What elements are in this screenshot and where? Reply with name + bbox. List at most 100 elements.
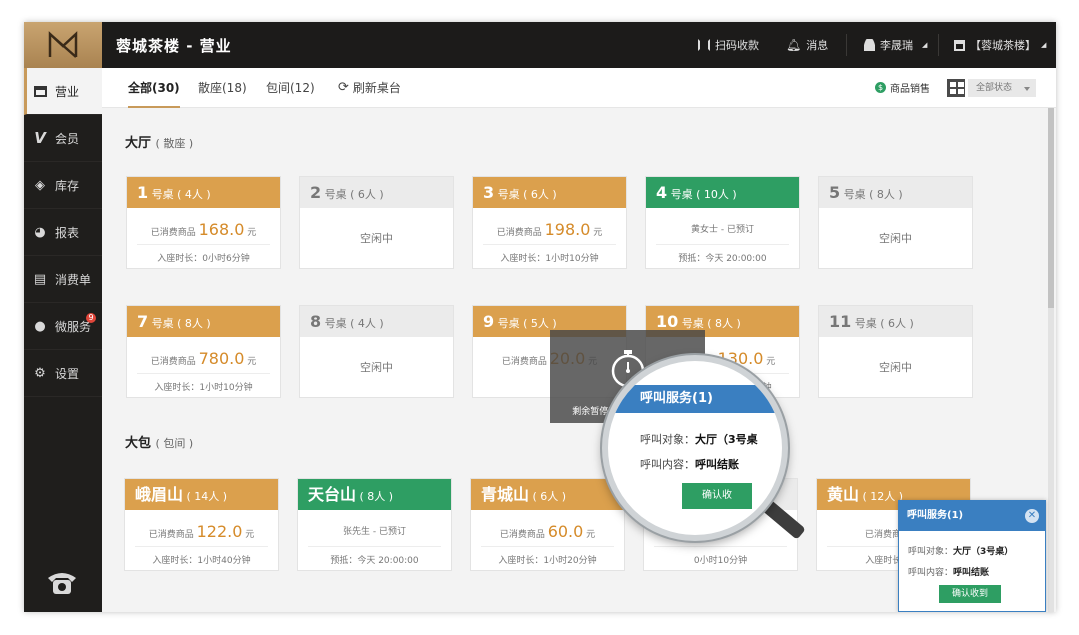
table-card-body: 空闲中 [300,208,453,270]
table-card[interactable]: 11 号桌 ( 6人 ) 空闲中 [818,305,973,398]
shop-icon [954,39,965,51]
tab-hall[interactable]: 散座(18) [198,68,247,108]
seated-duration: 入座时长：1小时10分钟 [137,373,270,393]
table-card-body: 已消费商品 122.0 元入座时长：1小时40分钟 [125,510,278,572]
table-card-body: 张先生 - 已预订 预抵：今天 20:00:00 [298,510,451,572]
table-number: 8 [310,312,322,331]
table-card[interactable]: 5 号桌 ( 8人 ) 空闲中 [818,176,973,269]
sidebar-item-inventory[interactable]: ◈ 库存 [24,162,102,209]
table-card[interactable]: 青城山 ( 6人 ) 已消费商品 60.0 元入座时长：1小时20分钟 [470,478,625,571]
table-number: 4 [656,183,668,202]
goods-sale-button[interactable]: $ 商品销售 [875,80,930,95]
idle-status: 空闲中 [879,232,912,245]
table-card-header: 11 号桌 ( 6人 ) [819,306,972,337]
user-menu[interactable]: 李晟瑞 ◢ [864,22,927,68]
table-capacity: ( 8人 ) [707,317,741,330]
sidebar-item-reports[interactable]: ◕ 报表 [24,209,102,256]
refresh-tables-button[interactable]: ⟳ 刷新桌台 [338,68,401,108]
room-name: 青城山 [481,485,530,504]
app-title: 蓉城茶楼 - 营业 [116,37,232,55]
magnified-call-target: 呼叫对象：大厅（3号桌 [640,433,758,446]
table-card-body: 空闲中 [819,337,972,399]
table-card[interactable]: 8 号桌 ( 4人 ) 空闲中 [299,305,454,398]
table-card-header: 天台山 ( 8人 ) [298,479,451,510]
table-number: 7 [137,312,149,331]
messages-button[interactable]: 🔔︎ 消息 [786,22,828,68]
room-name: 天台山 [308,485,357,504]
table-capacity: ( 14人 ) [183,490,228,503]
refresh-icon: ⟳ [338,80,349,95]
table-card[interactable]: 4 号桌 ( 10人 ) 黄女士 - 已预订 预抵：今天 20:00:00 [645,176,800,269]
table-label: 号桌 [678,317,708,330]
confirm-received-button[interactable]: 确认收到 [939,585,1001,603]
receipt-icon: ▤ [33,271,47,287]
telephone-icon[interactable] [46,568,78,596]
close-icon[interactable]: ✕ [1025,509,1039,523]
table-label: 号桌 [148,188,178,201]
consumed-amount: 已消费商品 60.0 元 [499,522,596,541]
call-service-popup: 呼叫服务(1) ✕ 呼叫对象：大厅（3号桌） 呼叫内容：呼叫结账 确认收到 [898,500,1046,612]
store-menu[interactable]: 【蓉城茶楼】 ◢ [954,22,1046,68]
table-capacity: ( 12人 ) [859,490,904,503]
scan-pay-button[interactable]: 扫码收款 [698,22,759,68]
table-capacity: ( 6人 ) [529,490,567,503]
table-card-body: 空闲中 [300,337,453,399]
table-number: 2 [310,183,322,202]
table-card-header: 青城山 ( 6人 ) [471,479,624,510]
table-capacity: ( 5人 ) [523,317,557,330]
table-card-header: 7 号桌 ( 8人 ) [127,306,280,337]
notification-badge: 9 [86,313,96,323]
table-capacity: ( 6人 ) [523,188,557,201]
sidebar-item-members[interactable]: V 会员 [24,115,102,162]
tab-rooms[interactable]: 包间(12) [266,68,315,108]
table-capacity: ( 6人 ) [350,188,384,201]
idle-status: 空闲中 [360,232,393,245]
table-card-header: 4 号桌 ( 10人 ) [646,177,799,208]
consumed-amount: 已消费商品 122.0 元 [148,522,255,541]
table-card[interactable]: 1 号桌 ( 4人 ) 已消费商品 168.0 元入座时长：0小时6分钟 [126,176,281,269]
table-capacity: ( 4人 ) [177,188,211,201]
app-window: 蓉城茶楼 - 营业 扫码收款 🔔︎ 消息 李晟瑞 ◢ 【蓉城茶楼】 ◢ 营业 V [24,22,1056,612]
seated-duration: 入座时长：0小时6分钟 [137,244,270,264]
room-name: 黄山 [827,485,860,504]
table-label: 号桌 [840,188,870,201]
scrollbar[interactable] [1048,108,1054,612]
idle-status: 空闲中 [879,361,912,374]
hall-section-title: 大厅 ( 散座 ) [125,136,194,151]
status-filter-select[interactable]: 全部状态 [968,79,1036,97]
sidebar-item-wechat[interactable]: ● 微服务 9 [24,303,102,350]
sidebar-item-settings[interactable]: ⚙ 设置 [24,350,102,397]
table-card[interactable]: 7 号桌 ( 8人 ) 已消费商品 780.0 元入座时长：1小时10分钟 [126,305,281,398]
table-card-body: 已消费商品 198.0 元入座时长：1小时10分钟 [473,208,626,270]
table-card[interactable]: 3 号桌 ( 6人 ) 已消费商品 198.0 元入座时长：1小时10分钟 [472,176,627,269]
grid-view-icon[interactable] [947,79,965,97]
table-card-body: 已消费商品 60.0 元入座时长：1小时20分钟 [471,510,624,572]
seated-duration: 0小时10分钟 [654,546,787,566]
pie-chart-icon: ◕ [34,224,46,240]
app-logo [24,22,102,68]
sidebar-item-business[interactable]: 营业 [24,68,102,115]
table-card-header: 2 号桌 ( 6人 ) [300,177,453,208]
tab-all[interactable]: 全部(30) [128,68,180,108]
table-label: 号桌 [321,317,351,330]
table-card[interactable]: 天台山 ( 8人 ) 张先生 - 已预订 预抵：今天 20:00:00 [297,478,452,571]
reservation-time: 预抵：今天 20:00:00 [308,546,441,566]
table-card-body: 已消费商品 168.0 元入座时长：0小时6分钟 [127,208,280,270]
table-card-body: 空闲中 [819,208,972,270]
table-card[interactable]: 2 号桌 ( 6人 ) 空闲中 [299,176,454,269]
table-card-header: 3 号桌 ( 6人 ) [473,177,626,208]
table-card-header: 1 号桌 ( 4人 ) [127,177,280,208]
table-card[interactable]: 峨眉山 ( 14人 ) 已消费商品 122.0 元入座时长：1小时40分钟 [124,478,279,571]
table-label: 号桌 [494,317,524,330]
call-content: 呼叫内容：呼叫结账 [908,568,990,578]
seated-duration: 入座时长：1小时20分钟 [481,546,614,566]
table-number: 11 [829,312,852,331]
store-icon [33,84,47,98]
sidebar-item-bills[interactable]: ▤ 消费单 [24,256,102,303]
user-icon [864,39,875,51]
seated-duration: 入座时长：1小时40分钟 [135,546,268,566]
magnified-call-content: 呼叫内容：呼叫结账 [640,458,739,471]
table-capacity: ( 8人 ) [869,188,903,201]
bell-icon: 🔔︎ [786,38,802,52]
gear-icon: ⚙ [34,365,46,381]
